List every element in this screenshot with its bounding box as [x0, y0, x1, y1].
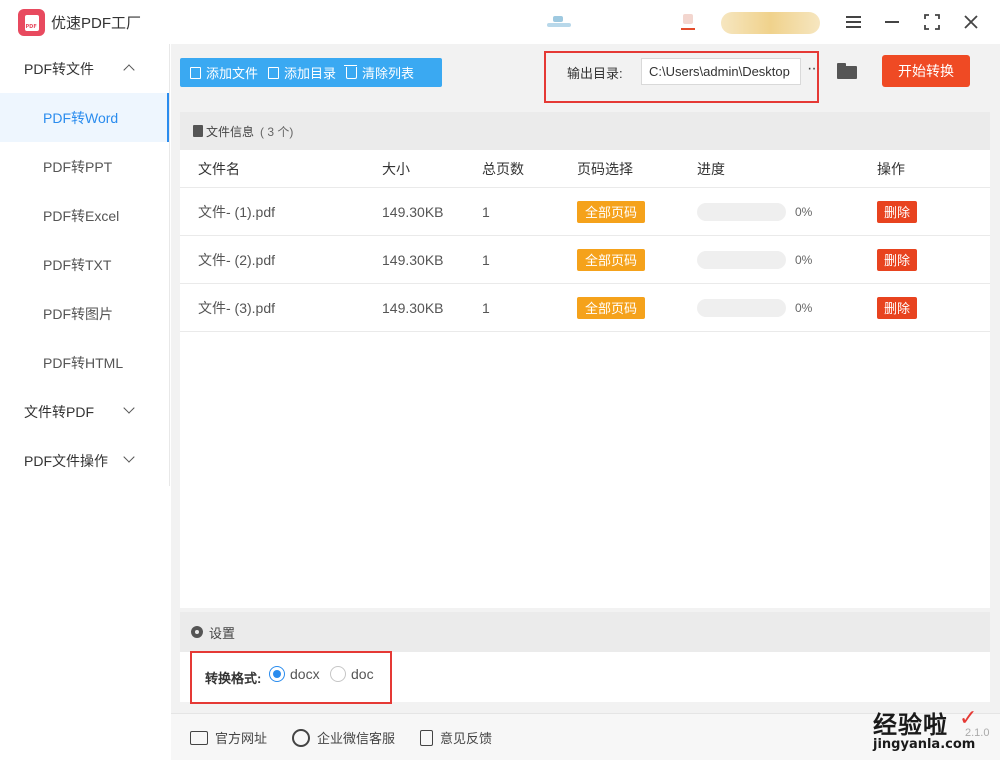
format-doc-radio[interactable]: doc	[330, 666, 374, 682]
progress-percent: 0%	[795, 300, 813, 315]
website-label: 官方网址	[215, 731, 268, 746]
chevron-down-icon	[123, 451, 135, 463]
format-doc-label: doc	[351, 666, 374, 682]
file-size: 149.30KB	[382, 251, 444, 268]
table-row: 文件- (3).pdf 149.30KB 1 全部页码 0% 删除	[180, 284, 990, 332]
close-icon[interactable]	[958, 10, 984, 34]
settings-header: 设置	[180, 612, 990, 652]
sidebar-group-pdf-to-file[interactable]: PDF转文件	[0, 44, 169, 93]
sidebar-item-pdf-to-ppt[interactable]: PDF转PPT	[0, 142, 169, 191]
file-name: 文件- (2).pdf	[198, 251, 276, 268]
add-file-button[interactable]: 添加文件	[180, 58, 258, 87]
page-range-button[interactable]: 全部页码	[577, 248, 646, 271]
table-header: 文件名 大小 总页数 页码选择 进度 操作	[180, 150, 990, 188]
chevron-down-icon	[123, 402, 135, 414]
start-convert-button[interactable]: 开始转换	[882, 55, 970, 87]
title-bar: 优速PDF工厂	[0, 0, 1000, 44]
delete-button[interactable]: 删除	[877, 248, 918, 271]
feedback-link[interactable]: 意见反馈	[420, 728, 492, 747]
radio-unchecked-icon	[330, 666, 346, 682]
clear-list-button[interactable]: 清除列表	[336, 58, 414, 87]
add-folder-button[interactable]: 添加目录	[258, 58, 336, 87]
sidebar-group-label: PDF转文件	[24, 60, 94, 77]
table-row: 文件- (2).pdf 149.30KB 1 全部页码 0% 删除	[180, 236, 990, 284]
progress-percent: 0%	[795, 252, 813, 267]
delete-button[interactable]: 删除	[877, 296, 918, 319]
wechat-label: 企业微信客服	[317, 731, 396, 746]
folder-icon	[268, 66, 280, 79]
output-dir-label: 输出目录:	[567, 66, 623, 81]
cloud-icon[interactable]	[547, 16, 571, 28]
file-count: ( 3 个)	[260, 124, 294, 139]
delete-button[interactable]: 删除	[877, 200, 918, 223]
chevron-up-icon	[123, 64, 135, 76]
file-icon	[190, 66, 201, 79]
page-range-button[interactable]: 全部页码	[577, 296, 646, 319]
radio-checked-icon	[269, 666, 285, 682]
sidebar-item-pdf-to-image[interactable]: PDF转图片	[0, 289, 169, 338]
main-panel: 添加文件 添加目录 清除列表 输出目录: C:\Users\admin\Desk…	[171, 44, 1000, 760]
file-list-panel: 文件信息 ( 3 个) 文件名 大小 总页数 页码选择 进度 操作 文件- (1…	[180, 112, 990, 608]
vip-badge[interactable]	[721, 12, 820, 34]
progress-bar	[697, 250, 786, 269]
sidebar-item-pdf-to-word[interactable]: PDF转Word	[0, 93, 169, 142]
progress-bar	[697, 298, 786, 317]
sidebar-item-pdf-to-html[interactable]: PDF转HTML	[0, 338, 169, 387]
sidebar-group-label: PDF文件操作	[24, 452, 108, 469]
output-dir-input[interactable]: C:\Users\admin\Desktop	[641, 58, 801, 85]
open-folder-icon[interactable]	[837, 63, 857, 79]
sidebar-item-pdf-to-txt[interactable]: PDF转TXT	[0, 240, 169, 289]
maximize-icon[interactable]	[919, 10, 945, 34]
col-size: 大小	[382, 160, 410, 177]
sidebar-item-pdf-to-excel[interactable]: PDF转Excel	[0, 191, 169, 240]
file-toolbar: 添加文件 添加目录 清除列表	[180, 58, 442, 87]
sidebar-group-file-to-pdf[interactable]: 文件转PDF	[0, 387, 169, 436]
gear-icon	[191, 626, 203, 638]
col-actions: 操作	[877, 160, 905, 177]
app-title: 优速PDF工厂	[51, 15, 142, 32]
file-size: 149.30KB	[382, 299, 444, 316]
minimize-icon[interactable]	[879, 10, 905, 34]
settings-title: 设置	[209, 625, 236, 641]
sidebar: PDF转文件 PDF转Word PDF转PPT PDF转Excel PDF转TX…	[0, 44, 170, 486]
file-pages: 1	[482, 203, 490, 220]
progress-percent: 0%	[795, 204, 813, 219]
feedback-icon	[420, 729, 433, 746]
file-info-header: 文件信息 ( 3 个)	[180, 112, 990, 150]
format-docx-label: docx	[290, 666, 320, 682]
wechat-support-link[interactable]: 企业微信客服	[292, 728, 395, 747]
menu-icon[interactable]	[840, 10, 866, 34]
wechat-icon	[292, 728, 310, 747]
feedback-label: 意见反馈	[440, 731, 493, 746]
website-icon	[190, 730, 208, 745]
notification-icon[interactable]	[681, 14, 695, 30]
page-range-button[interactable]: 全部页码	[577, 200, 646, 223]
col-filename: 文件名	[198, 160, 240, 177]
browse-more-button[interactable]: ···	[807, 60, 821, 78]
document-icon	[193, 125, 203, 137]
file-name: 文件- (3).pdf	[198, 299, 276, 316]
settings-body: 转换格式: docx doc	[180, 652, 990, 702]
sidebar-group-pdf-operations[interactable]: PDF文件操作	[0, 436, 169, 485]
footer: 官方网址 企业微信客服 意见反馈	[171, 713, 1000, 760]
add-folder-label: 添加目录	[284, 66, 337, 81]
col-pages: 总页数	[482, 160, 524, 177]
file-pages: 1	[482, 299, 490, 316]
format-label: 转换格式:	[205, 671, 262, 686]
file-pages: 1	[482, 251, 490, 268]
app-logo-icon	[18, 9, 45, 36]
file-name: 文件- (1).pdf	[198, 203, 276, 220]
sidebar-group-label: 文件转PDF	[24, 403, 94, 420]
clear-list-label: 清除列表	[362, 66, 415, 81]
trash-icon	[344, 64, 358, 79]
col-page-range: 页码选择	[577, 160, 633, 177]
col-progress: 进度	[697, 160, 725, 177]
table-row: 文件- (1).pdf 149.30KB 1 全部页码 0% 删除	[180, 188, 990, 236]
format-docx-radio[interactable]: docx	[269, 666, 320, 682]
file-info-title: 文件信息	[206, 124, 255, 139]
official-website-link[interactable]: 官方网址	[190, 728, 267, 747]
add-file-label: 添加文件	[206, 66, 259, 81]
progress-bar	[697, 202, 786, 221]
file-size: 149.30KB	[382, 203, 444, 220]
